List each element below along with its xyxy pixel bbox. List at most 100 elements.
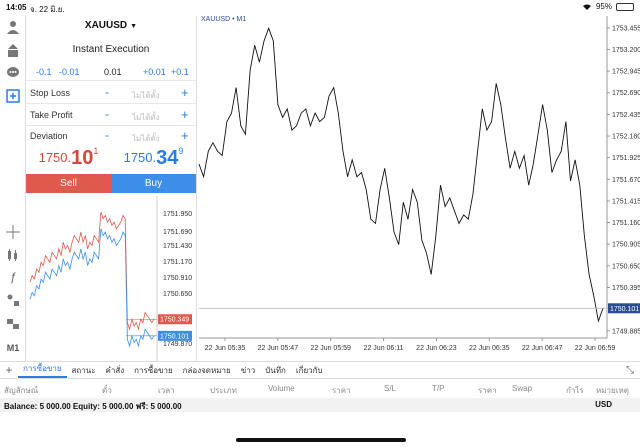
ask-price: 1750.349 [123,146,184,169]
y-tick-label: 1752.690 [612,90,640,97]
col-ticket: ตั๋ว [102,386,112,395]
app-root: 14:05 จ. 22 มิ.ย. 95% ƒ M1 XAUUSD ▼ Inst… [0,0,640,447]
tab-about[interactable]: เกี่ยวกับ [291,364,328,377]
execution-mode[interactable]: Instant Execution [26,44,196,55]
stop-loss-minus-button[interactable]: - [105,85,109,99]
divider [26,125,196,126]
left-toolbar: ƒ M1 [0,16,26,361]
y-tick-label: 1751.160 [612,220,640,227]
tab-orders[interactable]: คำสั่ง [101,364,130,377]
col-comment: หมายเหตุ [596,386,629,395]
y-tick-label: 1752.435 [612,112,640,119]
deviation-input[interactable]: ไม่ได้ตั้ง [132,132,160,145]
chat-icon[interactable] [4,64,22,82]
deviation-minus-button[interactable]: - [105,128,109,142]
col-volume: Volume [268,384,295,393]
volume-minus-0.01[interactable]: -0.01 [59,67,80,77]
tab-news[interactable]: ข่าว [236,364,260,377]
mini-y-tick-label: 1751.170 [163,259,192,266]
bid-price: 1750.101 [38,146,99,169]
tick-chart: 1751.950 1751.690 1751.430 1751.170 1750.910… [26,196,196,361]
y-tick-label: 1751.670 [612,177,640,184]
battery-icon [616,2,634,11]
price-chart[interactable]: XAUUSD • M1 1753.455 1753.200 1752.945 1752… [196,16,640,361]
objects-icon[interactable] [4,291,22,309]
templates-icon[interactable] [4,315,22,333]
trade-history-icon[interactable] [4,42,22,60]
y-tick-label: 1751.925 [612,155,640,162]
add-icon[interactable]: + [0,363,18,377]
take-profit-minus-button[interactable]: - [105,107,109,121]
mini-y-tick-label: 1749.870 [163,341,192,348]
x-tick-label: 22 Jun 06:11 [364,345,404,352]
y-tick-label: 1753.200 [612,47,640,54]
x-tick-label: 22 Jun 05:35 [205,345,246,352]
y-tick-label: 1749.885 [612,328,640,335]
bid-price-tag-label: 1750.101 [160,333,189,340]
tab-history[interactable]: การซื้อขาย [129,364,178,377]
bid-tick-line [29,228,155,348]
deviation-label: Deviation [30,131,68,141]
symbol-name: XAUUSD [84,20,128,31]
y-tick-label: 1753.455 [612,25,640,32]
timeframe-m1[interactable]: M1 [4,339,22,357]
status-date: จ. 22 มิ.ย. [30,5,65,14]
y-tick-label: 1750.650 [612,263,640,270]
price-chart-svg: 1753.455 1753.200 1752.945 1752.690 1752.435… [198,16,640,352]
caret-down-icon: ▼ [130,23,138,30]
new-order-icon[interactable] [4,87,22,105]
mini-y-tick-label: 1751.950 [163,211,192,218]
divider [26,103,196,104]
volume-plus-0.01[interactable]: +0.01 [143,67,166,77]
expand-icon[interactable]: ⤡ [626,365,634,376]
tab-journal[interactable]: บันทึก [260,364,291,377]
indicators-icon[interactable] [4,246,22,264]
stop-loss-input[interactable]: ไม่ได้ตั้ง [132,89,160,102]
function-icon[interactable]: ƒ [4,268,22,286]
symbol-selector[interactable]: XAUUSD ▼ [26,20,196,31]
last-price-label: 1750.101 [610,306,639,313]
stop-loss-label: Stop Loss [30,88,71,98]
status-time: 14:05 [6,3,27,12]
x-tick-label: 22 Jun 06:35 [469,345,510,352]
balance-currency: USD [595,400,612,409]
col-price: ราคา [332,386,351,395]
stop-loss-plus-button[interactable]: + [181,85,189,100]
col-swap: Swap [512,384,533,393]
x-tick-label: 22 Jun 06:47 [522,345,563,352]
home-indicator[interactable] [236,438,406,442]
account-icon[interactable] [4,18,22,36]
crosshair-icon[interactable] [4,223,22,241]
bottom-tabs: + การซื้อขาย สถานะ คำสั่ง การซื้อขาย กล่… [0,361,640,379]
col-type: ประเภท [210,386,237,395]
trade-table-header: สัญลักษณ์ ตั๋ว เวลา ประเภท Volume ราคา S… [0,380,640,398]
tab-positions[interactable]: สถานะ [67,364,101,377]
mini-y-tick-label: 1751.430 [163,243,192,250]
take-profit-plus-button[interactable]: + [181,107,189,122]
col-profit: กำไร [566,386,584,395]
sell-button[interactable]: Sell [26,174,111,193]
y-tick-label: 1752.180 [612,134,640,141]
buy-button[interactable]: Buy [111,174,196,193]
col-sl: S/L [384,384,397,393]
wifi-icon [582,3,591,10]
volume-plus-0.1[interactable]: +0.1 [171,67,189,77]
volume-minus-0.1[interactable]: -0.1 [36,67,52,77]
x-tick-label: 22 Jun 05:59 [310,345,351,352]
take-profit-input[interactable]: ไม่ได้ตั้ง [132,111,160,124]
deviation-plus-button[interactable]: + [181,128,189,143]
x-tick-label: 22 Jun 06:23 [416,345,457,352]
battery-percent: 95% [595,2,612,11]
ask-tick-line [29,211,155,331]
tab-mailbox[interactable]: กล่องจดหมาย [178,364,236,377]
x-tick-label: 22 Jun 06:59 [575,345,616,352]
tab-trade[interactable]: การซื้อขาย [18,362,67,378]
balance-bar: Balance: 5 000.00 Equity: 5 000.00 ฟรี: … [0,398,640,412]
col-symbol: สัญลักษณ์ [4,386,39,395]
col-time: เวลา [158,386,175,395]
balance-text: Balance: 5 000.00 Equity: 5 000.00 ฟรี: … [4,402,182,411]
status-bar: 14:05 จ. 22 มิ.ย. 95% [0,0,640,16]
chart-title: XAUUSD • M1 [201,16,247,23]
y-tick-label: 1752.945 [612,69,640,76]
volume-value[interactable]: 0.01 [104,67,122,77]
